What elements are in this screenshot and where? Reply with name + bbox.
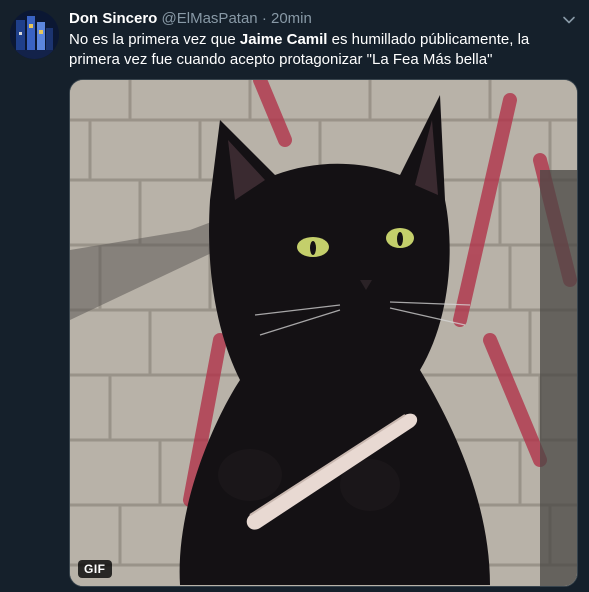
chevron-down-icon[interactable] — [561, 12, 577, 28]
tweet[interactable]: Don Sincero @ElMasPatan · 20min No es la… — [0, 0, 589, 592]
tweet-media-gif[interactable]: GIF — [69, 79, 578, 587]
tweet-text-bold: Jaime Camil — [239, 31, 328, 48]
tweet-timestamp[interactable]: 20min — [271, 10, 312, 27]
separator-dot: · — [261, 10, 267, 27]
user-handle[interactable]: @ElMasPatan — [162, 10, 258, 27]
tweet-text: No es la primera vez que Jaime Camil es … — [69, 30, 569, 70]
tweet-header: Don Sincero @ElMasPatan · 20min — [69, 9, 549, 29]
gif-image — [70, 80, 577, 586]
avatar[interactable] — [10, 10, 59, 59]
gif-badge: GIF — [78, 560, 112, 578]
display-name[interactable]: Don Sincero — [69, 10, 157, 27]
tweet-text-part1: No es la primera vez que — [69, 31, 240, 48]
